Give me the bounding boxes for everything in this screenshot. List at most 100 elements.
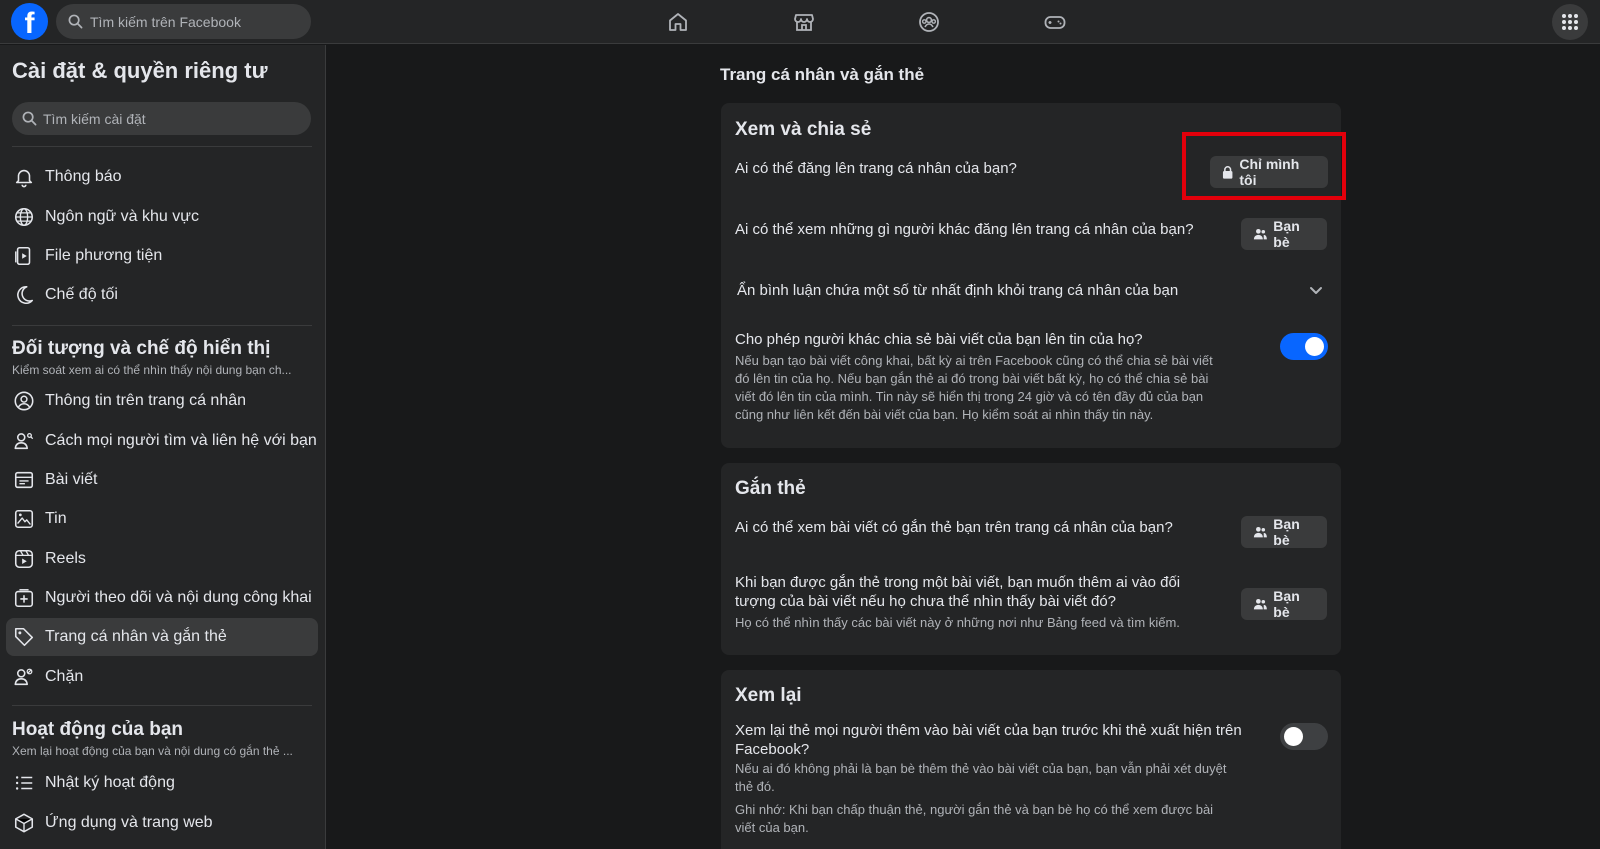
audience-label: Bạn bè xyxy=(1273,516,1300,548)
setting-who-can-see-tagged-posts: Ai có thể xem bài viết có gắn thẻ bạn tr… xyxy=(735,519,1173,536)
globe-icon xyxy=(12,205,36,229)
sidebar-item-label: Trang cá nhân và gắn thẻ xyxy=(45,628,227,645)
card-review: Xem lại Xem lại thẻ mọi người thêm vào b… xyxy=(721,670,1341,849)
card-title: Gắn thẻ xyxy=(735,478,806,499)
menu-button[interactable] xyxy=(1552,4,1588,40)
tag-icon xyxy=(12,625,36,649)
setting-hide-comments-label: Ẩn bình luận chứa một số từ nhất định kh… xyxy=(737,282,1179,299)
sidebar-item-language[interactable]: Ngôn ngữ và khu vực xyxy=(6,198,318,236)
facebook-search[interactable] xyxy=(56,4,311,39)
card-title: Xem và chia sẻ xyxy=(735,119,872,140)
sidebar-item-label: Người theo dõi và nội dung công khai xyxy=(45,589,312,606)
setting-share-desc-line: Nếu bạn tạo bài viết công khai, bất kỳ a… xyxy=(735,353,1213,368)
sidebar-title: Cài đặt & quyền riêng tư xyxy=(12,58,268,83)
toggle-knob xyxy=(1284,727,1303,746)
posts-icon xyxy=(12,468,36,492)
sidebar-item-label: Nhật ký hoạt động xyxy=(45,774,175,791)
sidebar-item-notifications[interactable]: Thông báo xyxy=(6,158,318,196)
setting-tag-audience-line: tượng của bài viết nếu họ chưa thể nhìn … xyxy=(735,593,1117,610)
apps-icon xyxy=(12,811,36,835)
setting-share-desc-line: cũng như liên kết đến bài viết của bạn. … xyxy=(735,407,1154,422)
friends-icon xyxy=(1253,228,1267,240)
sidebar-item-stories[interactable]: Tin xyxy=(6,500,318,538)
divider xyxy=(12,325,312,326)
audience-label: Bạn bè xyxy=(1273,588,1300,620)
facebook-logo[interactable]: f xyxy=(11,3,48,40)
setting-share-to-story: Cho phép người khác chia sẻ bài viết của… xyxy=(735,331,1143,348)
settings-search[interactable] xyxy=(12,102,311,135)
friends-icon xyxy=(1253,526,1267,538)
marketplace-icon[interactable] xyxy=(792,10,816,34)
sidebar-item-posts[interactable]: Bài viết xyxy=(6,461,318,499)
setting-who-can-see-others-posts: Ai có thể xem những gì người khác đăng l… xyxy=(735,221,1194,238)
media-icon xyxy=(12,244,36,268)
sidebar-item-label: Tin xyxy=(45,510,67,527)
block-user-icon xyxy=(12,665,36,689)
setting-hide-comments[interactable]: Ẩn bình luận chứa một số từ nhất định kh… xyxy=(737,281,1178,300)
setting-share-desc-line: viết đó lên tin của mình. Tin này sẽ hiể… xyxy=(735,389,1204,404)
audience-button-friends[interactable]: Bạn bè xyxy=(1241,218,1327,250)
audience-button-friends[interactable]: Bạn bè xyxy=(1241,588,1327,620)
sidebar-item-apps-websites[interactable]: Ứng dụng và trang web xyxy=(6,804,318,842)
sidebar-item-label: Cách mọi người tìm và liên hệ với bạn xyxy=(45,432,317,449)
setting-tag-audience-line: Khi bạn được gắn thẻ trong một bài viết,… xyxy=(735,574,1181,591)
profile-icon xyxy=(12,389,36,413)
divider xyxy=(12,705,312,706)
setting-review-desc-line: Nếu ai đó không phải là bạn bè thêm thẻ … xyxy=(735,761,1227,776)
sidebar-item-profile-info[interactable]: Thông tin trên trang cá nhân xyxy=(6,382,318,420)
sidebar-item-activity-log[interactable]: Nhật ký hoạt động xyxy=(6,764,318,802)
sidebar-item-find-contact[interactable]: Cách mọi người tìm và liên hệ với bạn xyxy=(6,422,318,460)
search-icon xyxy=(68,14,83,29)
home-icon[interactable] xyxy=(666,10,690,34)
review-tags-toggle[interactable] xyxy=(1280,723,1328,750)
setting-review-desc-line: thẻ đó. xyxy=(735,779,775,794)
setting-who-can-post: Ai có thể đăng lên trang cá nhân của bạn… xyxy=(735,160,1017,177)
setting-tag-audience-desc: Họ có thể nhìn thấy các bài viết này ở n… xyxy=(735,615,1180,630)
setting-review-tags-line: Xem lại thẻ mọi người thêm vào bài viết … xyxy=(735,722,1242,739)
share-to-story-toggle[interactable] xyxy=(1280,333,1328,360)
page-title: Trang cá nhân và gắn thẻ xyxy=(720,65,925,84)
audience-button-friends[interactable]: Bạn bè xyxy=(1241,516,1327,548)
people-search-icon xyxy=(12,429,36,453)
grid-menu-icon xyxy=(1562,14,1578,30)
sidebar-item-media[interactable]: File phương tiện xyxy=(6,237,318,275)
chevron-down-icon[interactable] xyxy=(1309,283,1323,297)
settings-search-input[interactable] xyxy=(43,110,293,127)
sidebar-item-label: Thông báo xyxy=(45,168,122,185)
settings-sidebar: Cài đặt & quyền riêng tư Thông báo Ngôn … xyxy=(0,45,326,849)
sidebar-item-profile-tagging[interactable]: Trang cá nhân và gắn thẻ xyxy=(6,618,318,656)
section-subtitle-audience: Kiểm soát xem ai có thể nhìn thấy nội du… xyxy=(12,363,292,377)
followers-icon xyxy=(12,586,36,610)
sidebar-item-dark-mode[interactable]: Chế độ tối xyxy=(6,276,318,314)
sidebar-item-label: Ngôn ngữ và khu vực xyxy=(45,208,199,225)
sidebar-item-label: Bài viết xyxy=(45,471,98,488)
section-subtitle-activity: Xem lại hoạt động của bạn và nội dung có… xyxy=(12,744,293,758)
reels-icon xyxy=(12,547,36,571)
stories-icon xyxy=(12,507,36,531)
sidebar-item-blocking[interactable]: Chặn xyxy=(6,658,318,696)
gaming-icon[interactable] xyxy=(1043,10,1067,34)
sidebar-item-label: Ứng dụng và trang web xyxy=(45,814,213,831)
search-icon xyxy=(22,111,37,126)
section-title-audience: Đối tượng và chế độ hiển thị xyxy=(12,338,271,359)
sidebar-item-label: File phương tiện xyxy=(45,247,163,264)
audience-label: Bạn bè xyxy=(1273,218,1300,250)
toggle-knob xyxy=(1305,337,1324,356)
sidebar-item-followers[interactable]: Người theo dõi và nội dung công khai xyxy=(6,579,318,617)
setting-review-note-line: viết của bạn. xyxy=(735,820,809,835)
groups-icon[interactable] xyxy=(917,10,941,34)
bell-icon xyxy=(12,165,36,189)
setting-review-tags-line: Facebook? xyxy=(735,741,810,758)
divider xyxy=(12,146,312,147)
setting-review-note-line: Ghi nhớ: Khi bạn chấp thuận thẻ, người g… xyxy=(735,802,1214,817)
highlight-box xyxy=(1182,132,1346,200)
sidebar-item-label: Thông tin trên trang cá nhân xyxy=(45,392,247,409)
facebook-search-input[interactable] xyxy=(90,13,300,30)
moon-icon xyxy=(12,283,36,307)
sidebar-item-label: Chặn xyxy=(45,668,84,685)
card-tagging: Gắn thẻ Ai có thể xem bài viết có gắn th… xyxy=(721,463,1341,655)
card-title: Xem lại xyxy=(735,685,802,706)
sidebar-item-reels[interactable]: Reels xyxy=(6,540,318,578)
top-navigation-bar: f xyxy=(0,0,1600,44)
friends-icon xyxy=(1253,598,1267,610)
